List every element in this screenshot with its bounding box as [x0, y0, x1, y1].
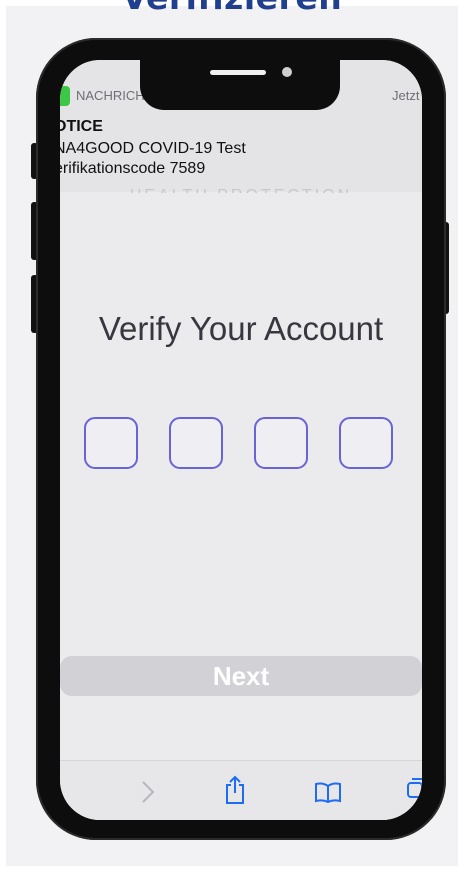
- phone-frame: NACHRICHTEN Jetzt OTICE NA4GOOD COVID-19…: [36, 38, 446, 840]
- next-button[interactable]: Next: [60, 656, 422, 696]
- page-title: Verifizieren: [0, 0, 464, 17]
- notification-line-1: NA4GOOD COVID-19 Test: [60, 140, 246, 157]
- notch: [140, 60, 340, 110]
- notification-line-2: erifikationscode 7589: [60, 160, 206, 177]
- notification-title: OTICE: [60, 118, 103, 135]
- messages-app-icon: [60, 86, 70, 106]
- verify-heading: Verify Your Account: [98, 310, 384, 347]
- speaker-grille: [210, 70, 266, 75]
- forward-icon[interactable]: [140, 780, 156, 804]
- notification-time: Jetzt: [392, 88, 420, 103]
- phone-screen: NACHRICHTEN Jetzt OTICE NA4GOOD COVID-19…: [60, 60, 422, 820]
- code-digit-2[interactable]: [169, 417, 223, 469]
- camera-dot: [282, 67, 292, 77]
- share-icon[interactable]: [224, 775, 246, 805]
- code-digit-4[interactable]: [339, 417, 393, 469]
- bookmarks-icon[interactable]: [314, 781, 342, 803]
- code-digit-1[interactable]: [84, 417, 138, 469]
- browser-toolbar: ‹: [60, 760, 422, 820]
- app-header-text: HEALTH PROTECTION: [60, 187, 422, 193]
- code-digit-3[interactable]: [254, 417, 308, 469]
- tabs-icon[interactable]: [406, 777, 422, 801]
